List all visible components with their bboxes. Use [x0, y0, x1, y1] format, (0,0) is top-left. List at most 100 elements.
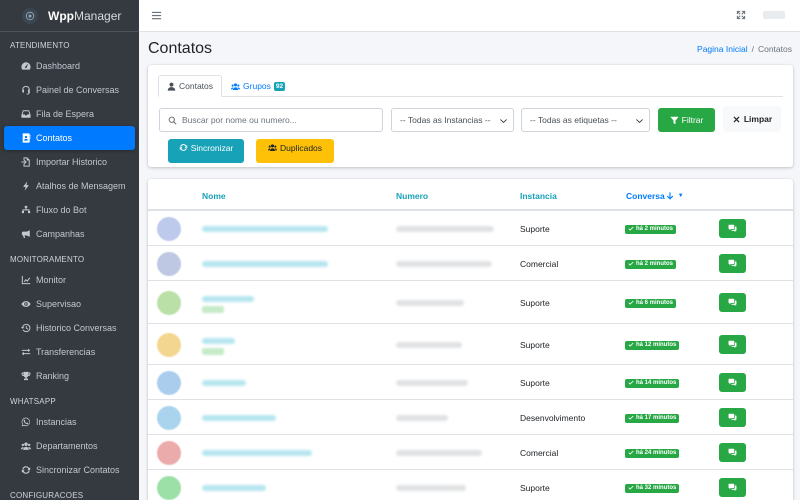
duplicates-button-label: Duplicados [279, 143, 323, 153]
search-field[interactable] [159, 108, 383, 132]
sidebar-item-fluxo-do-bot[interactable]: Fluxo do Bot [4, 198, 135, 222]
last-conversation-badge: há 2 minutos [625, 224, 677, 234]
times-icon [733, 116, 740, 122]
filter-button[interactable]: Filtrar [658, 108, 715, 132]
sidebar-item-sincronizar-contatos[interactable]: Sincronizar Contatos [4, 458, 135, 482]
page-title: Contatos [148, 40, 213, 57]
user-menu[interactable] [763, 11, 785, 19]
filter-button-label: Filtrar [681, 115, 704, 125]
check-icon [628, 300, 636, 306]
last-conversation-text: há 2 minutos [636, 261, 674, 267]
sidebar-item-label: Supervisao [36, 299, 82, 309]
search-input[interactable] [182, 115, 372, 125]
contact-name-redacted[interactable] [202, 379, 246, 386]
tag-select[interactable]: -- Todas as etiquetas -- [521, 108, 650, 132]
breadcrumb-home-link[interactable]: Pagina Inicial [697, 44, 748, 54]
check-icon [628, 380, 636, 386]
breadcrumb-current: Contatos [757, 44, 792, 54]
sidebar-item-contatos[interactable]: Contatos [4, 126, 135, 150]
table-row: Suporte há 2 minutos [148, 211, 793, 246]
sidebar-item-instancias[interactable]: Instancias [4, 410, 135, 434]
eye-icon [20, 299, 31, 310]
sidebar-item-transferencias[interactable]: Transferencias [4, 340, 135, 364]
chevron-down-icon [636, 118, 643, 123]
sidebar-item-historico-conversas[interactable]: Historico Conversas [4, 316, 135, 340]
contact-name-redacted[interactable] [202, 449, 312, 456]
sidebar-item-label: Campanhas [36, 229, 85, 239]
column-header-numero[interactable]: Numero [396, 191, 428, 201]
last-conversation-text: há 2 minutos [636, 226, 674, 232]
last-conversation-badge: há 6 minutos [625, 298, 677, 308]
users-icon [231, 82, 241, 90]
open-chat-button[interactable] [719, 372, 746, 392]
open-chat-button[interactable] [719, 334, 746, 354]
sidebar-item-ranking[interactable]: Ranking [4, 364, 135, 388]
contact-name-redacted[interactable] [202, 225, 328, 232]
brand[interactable]: WppManager [0, 0, 139, 32]
sync-button[interactable]: Sincronizar [168, 139, 244, 163]
contact-name-redacted[interactable] [202, 295, 254, 302]
sidebar-item-supervisao[interactable]: Supervisao [4, 292, 135, 316]
contact-number-redacted [396, 341, 462, 348]
avatar [157, 216, 181, 241]
sidebar-item-label: Monitor [36, 275, 67, 285]
open-chat-button[interactable] [719, 292, 746, 312]
column-header-conversa[interactable]: Conversa ▼ [626, 191, 684, 201]
open-chat-button[interactable] [719, 253, 746, 273]
contact-name-redacted[interactable] [202, 337, 235, 344]
column-header-nome[interactable]: Nome [202, 191, 226, 201]
sidebar-item-painel-de-conversas[interactable]: Painel de Conversas [4, 78, 135, 102]
sidebar-item-label: Atalhos de Mensagem [36, 181, 126, 191]
nav-section-header: CONFIGURACOES [10, 491, 84, 500]
column-header-instancia[interactable]: Instancia [520, 191, 557, 201]
comments-icon [728, 298, 737, 307]
open-chat-button[interactable] [719, 442, 746, 462]
top-navbar [139, 0, 800, 32]
trophy-icon [20, 371, 31, 382]
table-row: Suporte há 32 minutos [148, 470, 793, 500]
contact-name-redacted[interactable] [202, 414, 276, 421]
sidebar-item-fila-de-espera[interactable]: Fila de Espera [4, 102, 135, 126]
filter-icon [670, 116, 679, 124]
avatar [157, 405, 181, 430]
contact-name-redacted[interactable] [202, 260, 328, 267]
nav-section-header: WHATSAPP [10, 397, 56, 406]
sidebar-item-monitor[interactable]: Monitor [4, 268, 135, 292]
avatar [157, 332, 181, 357]
check-icon [628, 342, 636, 348]
open-chat-button[interactable] [719, 218, 746, 238]
instance-select[interactable]: -- Todas as Instancias -- [391, 108, 514, 132]
breadcrumb-separator: / [751, 44, 754, 54]
headset-icon [20, 85, 31, 96]
open-chat-button[interactable] [719, 477, 746, 497]
sidebar-item-atalhos-de-mensagem[interactable]: Atalhos de Mensagem [4, 174, 135, 198]
contact-number-redacted [396, 260, 492, 267]
open-chat-button[interactable] [719, 407, 746, 427]
last-conversation-text: há 32 minutos [636, 485, 677, 491]
contacts-table: Nome Numero Instancia Conversa ▼ Suporte… [148, 179, 793, 500]
fullscreen-icon[interactable] [736, 10, 747, 21]
tab-grupos[interactable]: Grupos 92 [222, 75, 294, 97]
duplicates-button[interactable]: Duplicados [256, 139, 334, 163]
sidebar-item-importar-historico[interactable]: Importar Historico [4, 150, 135, 174]
check-icon [628, 485, 636, 491]
sidebar-item-dashboard[interactable]: Dashboard [4, 54, 135, 78]
sidebar-item-label: Fluxo do Bot [36, 205, 87, 215]
search-icon [168, 116, 177, 125]
sidebar-nav: ATENDIMENTO Dashboard Painel de Conversas F… [0, 32, 139, 500]
file-import-icon [20, 157, 31, 168]
sidebar-item-departamentos[interactable]: Departamentos [4, 434, 135, 458]
instance-cell: Comercial [520, 258, 559, 269]
chart-line-icon [20, 275, 31, 286]
filter-card: Contatos Grupos 92 -- Todas as Instancia… [148, 65, 793, 167]
sidebar-item-campanhas[interactable]: Campanhas [4, 222, 135, 246]
contact-name-redacted[interactable] [202, 484, 266, 491]
check-icon [628, 450, 636, 456]
instance-cell: Suporte [520, 339, 550, 350]
tab-contatos[interactable]: Contatos [158, 75, 223, 97]
clear-button-label: Limpar [743, 114, 773, 124]
clear-button[interactable]: Limpar [723, 106, 781, 132]
instance-select-value: -- Todas as Instancias -- [400, 115, 491, 125]
users-icon [267, 144, 277, 152]
menu-toggle-icon[interactable] [151, 10, 162, 21]
